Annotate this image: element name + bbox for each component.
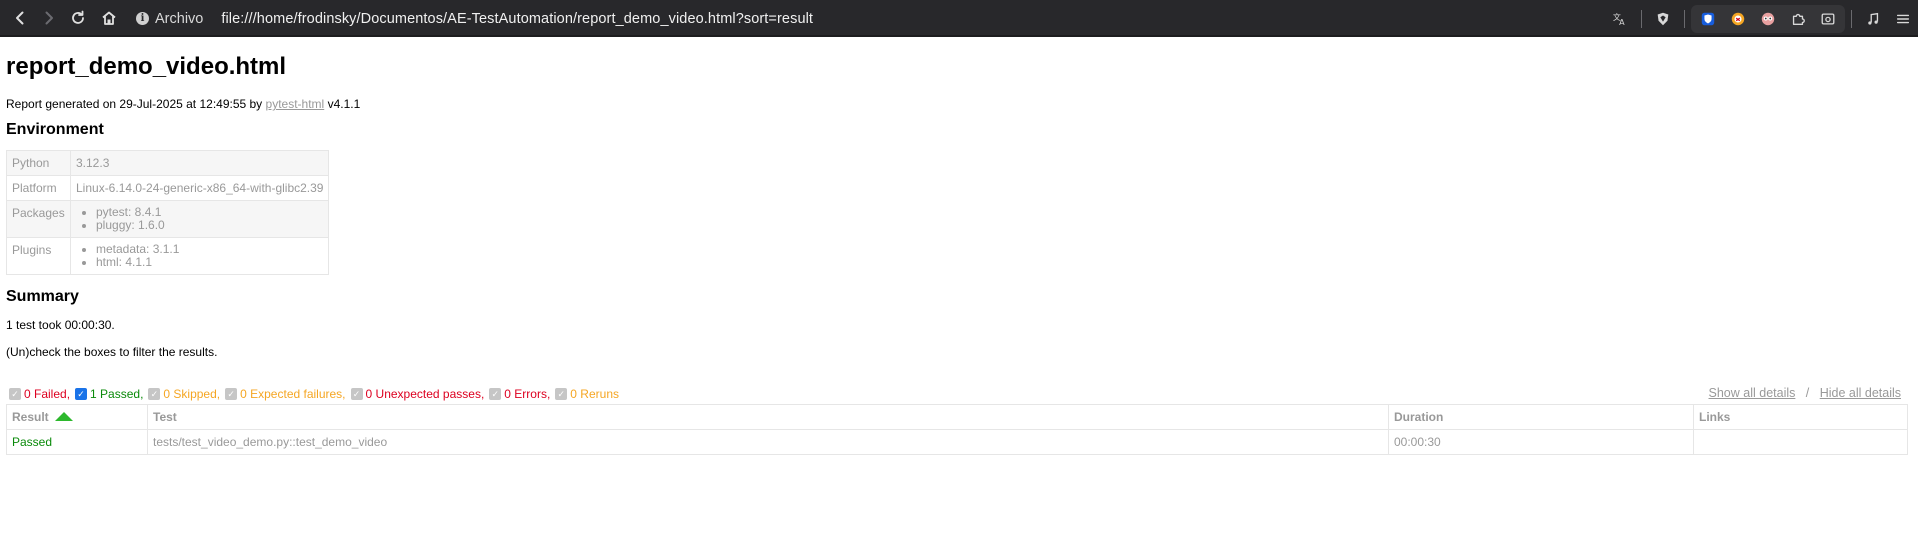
filter-errors-label: 0 Errors, — [504, 387, 551, 401]
environment-heading: Environment — [6, 121, 104, 138]
column-header-test[interactable]: Test — [147, 404, 1389, 430]
details-toggle-links: Show all details / Hide all details — [1709, 386, 1901, 400]
table-row[interactable]: Passed tests/test_video_demo.py::test_de… — [6, 429, 1908, 455]
environment-table: Python 3.12.3 Platform Linux-6.14.0-24-g… — [6, 150, 330, 275]
toolbar-separator — [1641, 9, 1642, 28]
filter-passed[interactable]: ✓ 1 Passed, — [75, 387, 143, 401]
env-key: Python — [6, 150, 71, 176]
results-header-row: Result Test Duration Links — [6, 404, 1908, 430]
details-divider: / — [1805, 386, 1810, 400]
filter-xpassed[interactable]: ✓ 0 Unexpected passes, — [350, 387, 485, 401]
filter-passed-label: 1 Passed, — [90, 387, 144, 401]
extension-face-icon[interactable] — [1723, 4, 1753, 34]
results-table: Result Test Duration Links Passed tests/… — [6, 404, 1908, 455]
filter-xfailed[interactable]: ✓ 0 Expected failures, — [225, 387, 346, 401]
extensions-puzzle-icon[interactable] — [1783, 4, 1813, 34]
filter-xpassed-label: 0 Unexpected passes, — [365, 387, 485, 401]
column-header-result-label: Result — [12, 410, 49, 424]
site-label: Archivo — [155, 10, 204, 27]
back-button[interactable] — [5, 3, 35, 33]
svg-text:A: A — [1619, 18, 1625, 27]
column-header-links: Links — [1693, 404, 1908, 430]
report-content: report_demo_video.html Report generated … — [6, 37, 1912, 359]
env-key: Plugins — [6, 237, 71, 275]
filter-reruns[interactable]: ✓ 0 Reruns — [555, 387, 619, 401]
toolbar-right-icons: 文A — [1605, 0, 1918, 37]
filter-reruns-label: 0 Reruns — [570, 387, 619, 401]
translate-icon[interactable]: 文A — [1605, 4, 1635, 34]
env-row-packages: Packages pytest: 8.4.1 pluggy: 1.6.0 — [6, 200, 330, 238]
test-duration-summary: 1 test took 00:00:30. — [6, 318, 115, 332]
checkbox-xfailed[interactable]: ✓ — [225, 388, 238, 400]
home-button[interactable] — [94, 3, 124, 33]
filter-errors[interactable]: ✓ 0 Errors, — [489, 387, 550, 401]
generator-version: v4.1.1 — [327, 97, 361, 111]
generated-prefix: Report generated on 29-Jul-2025 at 12:49… — [6, 97, 263, 111]
show-all-details-link[interactable]: Show all details — [1709, 386, 1796, 400]
checkbox-skipped[interactable]: ✓ — [148, 388, 161, 400]
duration-cell: 00:00:30 — [1388, 429, 1694, 455]
reload-icon — [72, 10, 84, 24]
env-list-item: html: 4.1.1 — [96, 256, 323, 269]
checkbox-passed[interactable]: ✓ — [75, 388, 88, 400]
filter-failed-label: 0 Failed, — [24, 387, 71, 401]
extension-eyes-icon[interactable] — [1753, 4, 1783, 34]
summary-heading: Summary — [6, 288, 79, 305]
pytest-html-link[interactable]: pytest-html — [266, 97, 325, 111]
address-bar[interactable]: i Archivo file:///home/frodinsky/Documen… — [136, 5, 1656, 32]
back-arrow-icon — [16, 11, 24, 25]
env-key: Platform — [6, 175, 71, 201]
browser-toolbar: i Archivo file:///home/frodinsky/Documen… — [0, 0, 1918, 37]
result-filters: ✓ 0 Failed, ✓ 1 Passed, ✓ 0 Skipped, ✓ 0… — [9, 386, 1915, 402]
toolbar-separator — [1851, 9, 1852, 28]
bitwarden-icon[interactable] — [1693, 4, 1723, 34]
column-header-duration[interactable]: Duration — [1388, 404, 1694, 430]
checkbox-reruns[interactable]: ✓ — [555, 388, 568, 400]
filter-hint: (Un)check the boxes to filter the result… — [6, 345, 218, 359]
result-cell[interactable]: Passed — [6, 429, 148, 455]
hide-all-details-link[interactable]: Hide all details — [1820, 386, 1901, 400]
env-row-plugins: Plugins metadata: 3.1.1 html: 4.1.1 — [6, 237, 330, 275]
env-list-item: pluggy: 1.6.0 — [96, 219, 323, 232]
filter-xfailed-label: 0 Expected failures, — [240, 387, 346, 401]
forward-arrow-icon — [45, 11, 53, 25]
media-music-icon[interactable] — [1858, 4, 1888, 34]
test-name-cell[interactable]: tests/test_video_demo.py::test_demo_vide… — [147, 429, 1389, 455]
checkbox-failed[interactable]: ✓ — [9, 388, 21, 400]
filter-failed[interactable]: ✓ 0 Failed, — [9, 387, 70, 401]
filter-skipped[interactable]: ✓ 0 Skipped, — [148, 387, 220, 401]
menu-hamburger-icon[interactable] — [1888, 4, 1918, 34]
info-icon: i — [136, 12, 149, 25]
url-text[interactable]: file:///home/frodinsky/Documentos/AE-Tes… — [221, 11, 813, 27]
env-value: Linux-6.14.0-24-generic-x86_64-with-glib… — [69, 175, 330, 201]
home-icon — [102, 11, 116, 25]
env-row-platform: Platform Linux-6.14.0-24-generic-x86_64-… — [6, 175, 330, 201]
brave-shield-icon[interactable] — [1648, 4, 1678, 34]
column-header-result[interactable]: Result — [6, 404, 148, 430]
links-cell — [1693, 429, 1908, 455]
site-info-button[interactable]: i Archivo — [136, 11, 203, 27]
report-generated-line: Report generated on 29-Jul-2025 at 12:49… — [6, 97, 1912, 111]
forward-button[interactable] — [34, 3, 64, 33]
env-value: 3.12.3 — [69, 150, 330, 176]
reload-button[interactable] — [63, 3, 93, 33]
reader-mode-icon[interactable] — [1813, 4, 1843, 34]
filter-skipped-label: 0 Skipped, — [163, 387, 221, 401]
env-key: Packages — [6, 200, 71, 238]
env-row-python: Python 3.12.3 — [6, 150, 330, 176]
checkbox-errors[interactable]: ✓ — [489, 388, 502, 400]
page-title: report_demo_video.html — [6, 53, 287, 80]
sort-ascending-icon — [54, 412, 73, 422]
env-value-list: metadata: 3.1.1 html: 4.1.1 — [69, 237, 330, 275]
toolbar-separator — [1684, 9, 1685, 28]
env-value-list: pytest: 8.4.1 pluggy: 1.6.0 — [69, 200, 330, 238]
extensions-group — [1691, 4, 1845, 34]
checkbox-xpassed[interactable]: ✓ — [350, 388, 363, 400]
